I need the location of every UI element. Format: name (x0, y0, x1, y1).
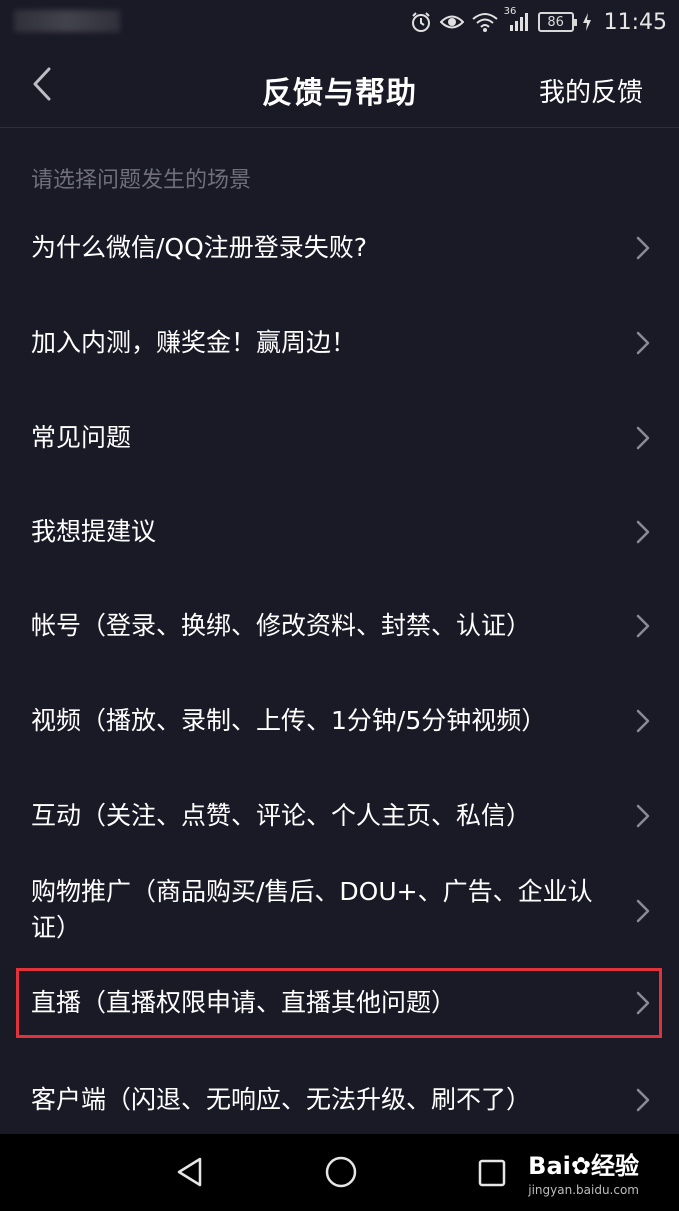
nav-home-button[interactable] (325, 1156, 357, 1192)
menu-item-label: 我想提建议 (31, 517, 157, 546)
nav-recent-icon (478, 1159, 506, 1187)
wifi-icon (471, 12, 498, 32)
alarm-icon (410, 11, 432, 33)
menu-item-login-failure[interactable]: 为什么微信/QQ注册登录失败? (0, 210, 679, 286)
nav-back-button[interactable] (174, 1156, 206, 1192)
nav-recent-button[interactable] (478, 1159, 506, 1191)
menu-item-label: 加入内测，赚奖金！赢周边！ (31, 328, 357, 357)
chevron-right-icon (636, 899, 650, 923)
menu-item-beta-test[interactable]: 加入内测，赚奖金！赢周边！ (0, 305, 679, 381)
battery-icon: 86 (537, 12, 577, 32)
nav-back-icon (177, 1157, 202, 1187)
chevron-right-icon (636, 1088, 650, 1112)
chevron-right-icon (636, 709, 650, 733)
menu-item-suggestion[interactable]: 我想提建议 (0, 494, 679, 570)
clock: 11:45 (603, 9, 667, 35)
watermark-logo: Bai✿经验 (528, 1152, 639, 1180)
chevron-right-icon (636, 520, 650, 544)
signal-icon: 36 (504, 6, 530, 32)
header: 反馈与帮助 我的反馈 (0, 44, 679, 128)
paw-icon: ✿ (570, 1152, 591, 1180)
menu-item-faq[interactable]: 常见问题 (0, 400, 679, 476)
my-feedback-button[interactable]: 我的反馈 (539, 72, 643, 109)
network-type: 36 (503, 6, 517, 17)
menu-item-label: 帐号（登录、换绑、修改资料、封禁、认证） (31, 611, 532, 640)
menu-item-label: 购物推广（商品购买/售后、DOU+、广告、企业认证） (31, 877, 593, 942)
menu-item-label: 视频（播放、录制、上传、1分钟/5分钟视频） (31, 706, 547, 735)
eye-icon (439, 13, 464, 31)
status-icons: 36 86 11:45 (410, 6, 667, 35)
baidu-jingyan-watermark: Bai✿经验 jingyan.baidu.com (528, 1146, 639, 1197)
menu-item-interaction[interactable]: 互动（关注、点赞、评论、个人主页、私信） (0, 778, 679, 854)
screen: 36 86 11:45 反馈与帮助 我的反馈 请选择问题发生的场景 为什么微信/… (0, 0, 679, 1211)
menu-item-live[interactable]: 直播（直播权限申请、直播其他问题） (0, 968, 679, 1038)
menu-item-client[interactable]: 客户端（闪退、无响应、无法升级、刷不了） (0, 1062, 679, 1138)
watermark-url: jingyan.baidu.com (528, 1183, 639, 1197)
chevron-right-icon (636, 426, 650, 450)
menu-item-label: 直播（直播权限申请、直播其他问题） (31, 988, 457, 1017)
charging-icon (582, 12, 592, 32)
menu-item-label: 为什么微信/QQ注册登录失败? (31, 233, 368, 262)
menu-item-label: 常见问题 (31, 423, 132, 452)
menu-item-account[interactable]: 帐号（登录、换绑、修改资料、封禁、认证） (0, 588, 679, 664)
navigation-bar: Bai✿经验 jingyan.baidu.com (0, 1134, 679, 1211)
menu-item-video[interactable]: 视频（播放、录制、上传、1分钟/5分钟视频） (0, 683, 679, 759)
section-hint: 请选择问题发生的场景 (31, 168, 252, 193)
blurred-notification-area (14, 10, 120, 32)
menu-item-label: 互动（关注、点赞、评论、个人主页、私信） (31, 801, 532, 830)
chevron-right-icon (636, 614, 650, 638)
menu-item-label: 客户端（闪退、无响应、无法升级、刷不了） (31, 1085, 532, 1114)
nav-home-icon (325, 1156, 357, 1188)
chevron-right-icon (636, 804, 650, 828)
status-bar: 36 86 11:45 (0, 0, 679, 44)
menu-item-shopping[interactable]: 购物推广（商品购买/售后、DOU+、广告、企业认证） (0, 868, 679, 958)
chevron-right-icon (636, 236, 650, 260)
chevron-right-icon (636, 991, 650, 1015)
chevron-right-icon (636, 331, 650, 355)
